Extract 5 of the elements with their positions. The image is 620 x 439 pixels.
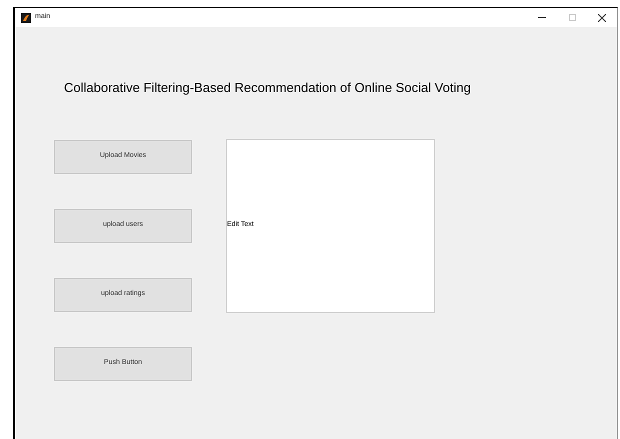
page-heading: Collaborative Filtering-Based Recommendation of Online Social Voting xyxy=(64,79,472,97)
minimize-icon xyxy=(538,17,546,18)
maximize-icon xyxy=(568,14,576,21)
app-logo-icon xyxy=(21,12,31,22)
close-icon xyxy=(598,14,606,22)
